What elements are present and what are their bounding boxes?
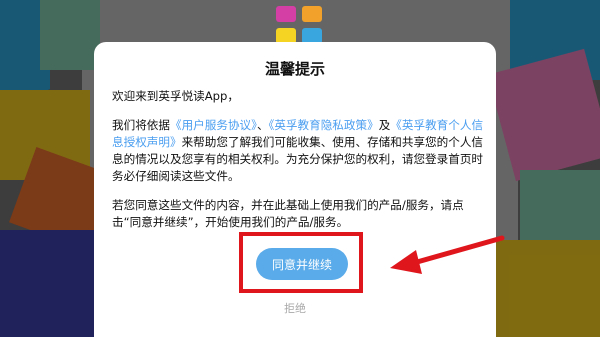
annotation-highlight-box — [239, 232, 363, 293]
dialog-body: 欢迎来到英孚悦读App， 我们将依据《用户服务协议》、《英孚教育隐私政策》及《英… — [112, 88, 490, 243]
annotation-arrow-icon — [390, 235, 505, 274]
policy-paragraph: 我们将依据《用户服务协议》、《英孚教育隐私政策》及《英孚教育个人信息授权声明》来… — [112, 117, 490, 185]
privacy-consent-dialog: 温馨提示 欢迎来到英孚悦读App， 我们将依据《用户服务协议》、《英孚教育隐私政… — [94, 42, 496, 337]
separator-1: 、 — [256, 118, 269, 132]
greeting-text: 欢迎来到英孚悦读App， — [112, 89, 239, 103]
reject-link[interactable]: 拒绝 — [94, 300, 496, 316]
app-logo — [276, 6, 324, 46]
separator-2: 及 — [378, 118, 391, 132]
privacy-policy-link[interactable]: 《英孚教育隐私政策》 — [269, 118, 379, 132]
dialog-title: 温馨提示 — [264, 60, 325, 78]
consent-paragraph: 若您同意这些文件的内容，并在此基础上使用我们的产品/服务，请点击“同意并继续”，… — [112, 198, 464, 229]
p1-prefix: 我们将依据 — [112, 118, 170, 132]
user-agreement-link[interactable]: 《用户服务协议》 — [170, 118, 257, 132]
